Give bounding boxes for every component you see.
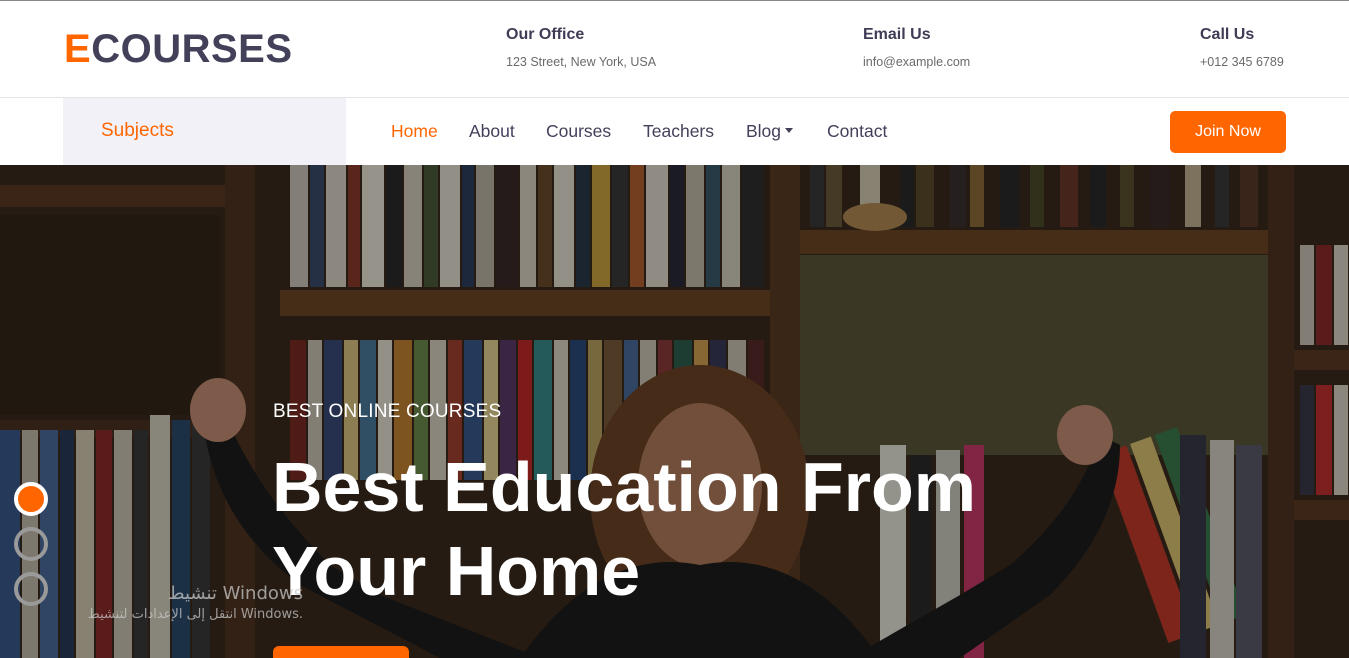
logo-text: COURSES (91, 27, 293, 71)
nav-courses[interactable]: Courses (546, 120, 611, 142)
carousel-dot-1[interactable] (14, 482, 48, 516)
phone-number: +012 345 6789 (1200, 55, 1284, 69)
nav-teachers[interactable]: Teachers (643, 120, 714, 142)
hero-headline-line-2: Your Home (272, 532, 641, 610)
hero-cta-button[interactable] (273, 646, 409, 658)
hero-subtitle: BEST ONLINE COURSES (273, 401, 502, 422)
carousel-dot-2[interactable] (14, 527, 48, 561)
hero-headline: Best Education From Your Home (272, 445, 1052, 613)
carousel-dot-3[interactable] (14, 572, 48, 606)
email-title: Email Us (863, 26, 931, 43)
hero-carousel: BEST ONLINE COURSES Best Education From … (0, 165, 1349, 658)
nav-contact[interactable]: Contact (827, 120, 887, 142)
call-title: Call Us (1200, 26, 1255, 43)
office-info: Our Office 123 Street, New York, USA (506, 25, 656, 70)
subjects-label: Subjects (101, 120, 174, 141)
brand-logo[interactable]: ECOURSES (64, 27, 293, 71)
caret-down-icon (785, 128, 794, 134)
nav-about[interactable]: About (469, 120, 515, 142)
windows-activation-subtitle: انتقل إلى الإعدادات لتنشيط Windows. (87, 607, 303, 622)
logo-letter-e: E (64, 27, 92, 71)
office-address: 123 Street, New York, USA (506, 55, 657, 69)
email-address: info@example.com (863, 55, 971, 69)
hero-headline-line-1: Best Education From (272, 448, 976, 526)
subjects-dropdown[interactable]: Subjects (63, 98, 346, 165)
office-title: Our Office (506, 26, 585, 43)
email-info: Email Us info@example.com (863, 25, 970, 70)
top-header: ECOURSES Our Office 123 Street, New York… (0, 0, 1349, 98)
main-navbar: Subjects Home About Courses Teachers Blo… (0, 98, 1349, 165)
nav-home[interactable]: Home (391, 120, 438, 142)
nav-blog-label: Blog (746, 121, 782, 141)
call-info: Call Us +012 345 6789 (1200, 25, 1284, 70)
nav-blog-dropdown[interactable]: Blog (746, 120, 794, 142)
join-now-button[interactable]: Join Now (1170, 111, 1286, 153)
windows-activation-title: تنشيط Windows (167, 583, 303, 604)
